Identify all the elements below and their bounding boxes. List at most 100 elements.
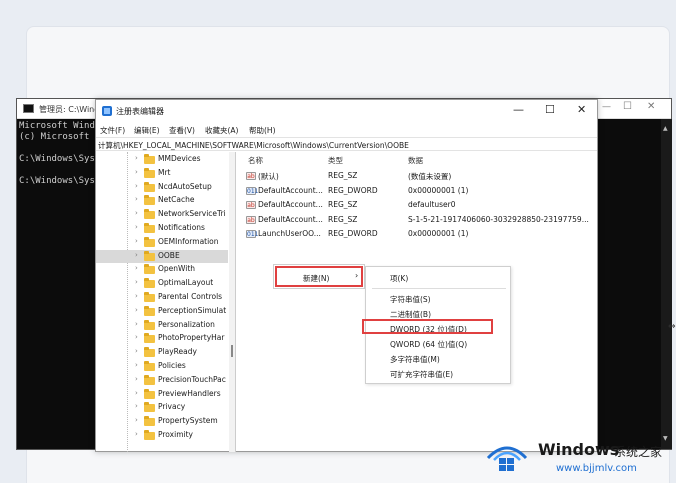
tree-item-mrt[interactable]: › Mrt: [96, 167, 228, 180]
tree-item-policies[interactable]: › Policies: [96, 360, 228, 373]
chevron-right-icon[interactable]: ›: [135, 182, 138, 190]
chevron-right-icon[interactable]: ›: [135, 333, 138, 341]
cmd-minimize-button[interactable]: —: [602, 102, 611, 112]
cmd-line: (c) Microsoft C: [19, 132, 101, 142]
column-data[interactable]: 数据: [408, 155, 423, 166]
tree-item-proximity[interactable]: › Proximity: [96, 429, 228, 442]
value-row[interactable]: 011 DefaultAccount... REG_DWORD 0x00000001 …: [242, 184, 598, 198]
menu-bar: 文件(F) 编辑(E) 查看(V) 收藏夹(A) 帮助(H): [96, 123, 597, 137]
chevron-right-icon[interactable]: ›: [135, 264, 138, 272]
chevron-right-icon[interactable]: ›: [135, 416, 138, 424]
chevron-right-icon[interactable]: ›: [135, 223, 138, 231]
submenu-item-multistring[interactable]: 多字符串值(M): [390, 354, 440, 365]
value-row[interactable]: ab (默认) REG_SZ (数值未设置): [242, 169, 598, 183]
close-button[interactable]: ✕: [577, 103, 586, 116]
value-name: DefaultAccount...: [258, 185, 323, 195]
value-data: defaultuser0: [408, 200, 456, 209]
menu-file[interactable]: 文件(F): [100, 125, 125, 136]
menu-edit[interactable]: 编辑(E): [134, 125, 160, 136]
menu-view[interactable]: 查看(V): [169, 125, 195, 136]
tree-item-privacy[interactable]: › Privacy: [96, 401, 228, 414]
chevron-right-icon[interactable]: ›: [135, 402, 138, 410]
submenu-item-string[interactable]: 字符串值(S): [390, 294, 431, 305]
tree-item-oobe[interactable]: › OOBE: [96, 249, 228, 263]
chevron-right-icon[interactable]: ›: [135, 292, 138, 300]
address-bar[interactable]: 计算机\HKEY_LOCAL_MACHINE\SOFTWARE\Microsof…: [96, 137, 597, 151]
watermark-brand: Windows: [538, 440, 620, 459]
tree-item-previewhandlers[interactable]: › PreviewHandlers: [96, 388, 228, 401]
tree-item-netcache[interactable]: › NetCache: [96, 194, 228, 207]
value-type: REG_SZ: [328, 214, 358, 224]
chevron-right-icon[interactable]: ›: [135, 154, 138, 162]
chevron-right-icon[interactable]: ›: [135, 430, 138, 438]
tree-item-personalization[interactable]: › Personalization: [96, 319, 228, 332]
tree-item-label: PropertySystem: [158, 416, 218, 426]
key-tree[interactable]: › MMDevices › Mrt › NcdAutoSetup › NetCache › Net…: [96, 152, 236, 452]
folder-icon: [144, 278, 155, 289]
minimize-button[interactable]: —: [513, 103, 524, 116]
cmd-scrollbar[interactable]: [661, 119, 672, 449]
tree-item-precisiontouchpac[interactable]: › PrecisionTouchPac: [96, 374, 228, 387]
regedit-title: 注册表编辑器: [116, 107, 164, 116]
submenu-item-key[interactable]: 项(K): [390, 273, 408, 284]
submenu-item-expandstring[interactable]: 可扩充字符串值(E): [390, 369, 453, 380]
folder-icon: [144, 292, 155, 302]
tree-scroll-thumb[interactable]: [231, 345, 233, 357]
value-name: DefaultAccount...: [258, 200, 323, 209]
tree-item-ncdautosetup[interactable]: › NcdAutoSetup: [96, 181, 228, 194]
tree-item-oeminformation[interactable]: › OEMInformation: [96, 236, 228, 249]
chevron-right-icon[interactable]: ›: [135, 320, 138, 328]
tree-item-label: Personalization: [158, 319, 215, 329]
column-name[interactable]: 名称: [248, 155, 263, 166]
tree-item-playready[interactable]: › PlayReady: [96, 346, 228, 359]
chevron-right-icon[interactable]: ›: [135, 195, 138, 203]
tree-item-openwith[interactable]: › OpenWith: [96, 263, 228, 276]
folder-icon: [144, 236, 155, 247]
scroll-up-icon[interactable]: ▲: [663, 125, 668, 132]
value-data: 0x00000001 (1): [408, 229, 469, 238]
chevron-right-icon[interactable]: ›: [135, 278, 138, 286]
new-submenu: 项(K) 字符串值(S) 二进制值(B) DWORD (32 位)值(D) QW…: [362, 266, 511, 384]
menu-help[interactable]: 帮助(H): [249, 125, 276, 136]
tree-item-parental-controls[interactable]: › Parental Controls: [96, 291, 228, 304]
cmd-close-button[interactable]: ✕: [647, 101, 655, 112]
tree-item-optimallayout[interactable]: › OptimalLayout: [96, 277, 228, 290]
tree-item-label: OOBE: [158, 250, 180, 260]
chevron-right-icon[interactable]: ›: [135, 361, 138, 369]
folder-icon: [144, 430, 155, 440]
chevron-right-icon[interactable]: ›: [135, 168, 138, 176]
tree-item-networkservicetri[interactable]: › NetworkServiceTri: [96, 208, 228, 221]
column-type[interactable]: 类型: [328, 155, 343, 166]
tree-item-label: Notifications: [158, 223, 205, 232]
tree-item-photopropertyhar[interactable]: › PhotoPropertyHar: [96, 332, 228, 345]
tree-item-perceptionsimulat[interactable]: › PerceptionSimulat: [96, 305, 228, 318]
tree-item-propertysystem[interactable]: › PropertySystem: [96, 415, 228, 428]
watermark: Windows 系统之家 www.bjjmlv.com: [486, 432, 676, 483]
tree-item-notifications[interactable]: › Notifications: [96, 222, 228, 235]
watermark-url: www.bjjmlv.com: [556, 463, 637, 474]
value-row[interactable]: ab DefaultAccount... REG_SZ defaultuser0: [242, 198, 598, 212]
value-row[interactable]: 011 LaunchUserOO... REG_DWORD 0x00000001 (1…: [242, 227, 598, 241]
folder-icon: [144, 305, 155, 316]
value-row[interactable]: ab DefaultAccount... REG_SZ S-1-5-21-191740…: [242, 213, 598, 227]
tree-item-mmdevices[interactable]: › MMDevices: [96, 153, 228, 166]
chevron-right-icon[interactable]: ›: [135, 306, 138, 314]
chevron-right-icon[interactable]: ›: [135, 209, 138, 217]
chevron-right-icon[interactable]: ›: [135, 389, 138, 397]
chevron-right-icon[interactable]: ›: [135, 375, 138, 383]
tree-scrollbar[interactable]: [229, 152, 235, 452]
value-type: REG_DWORD: [328, 229, 378, 238]
maximize-button[interactable]: ☐: [545, 103, 555, 116]
string-value-icon: ab: [246, 172, 256, 180]
chevron-right-icon[interactable]: ›: [135, 237, 138, 245]
cmd-maximize-button[interactable]: ☐: [623, 101, 632, 112]
chevron-right-icon[interactable]: ›: [135, 347, 138, 355]
regedit-titlebar[interactable]: 注册表编辑器 — ☐ ✕: [96, 100, 597, 122]
tree-item-label: NcdAutoSetup: [158, 181, 212, 191]
dword-highlight-box: [362, 319, 493, 334]
menu-favorites[interactable]: 收藏夹(A): [205, 125, 238, 136]
chevron-right-icon[interactable]: ›: [135, 251, 138, 259]
submenu-item-qword[interactable]: QWORD (64 位)值(Q): [390, 339, 467, 350]
tree-item-label: Privacy: [158, 402, 186, 412]
new-menu-item[interactable]: 新建(N) ›: [275, 266, 363, 287]
